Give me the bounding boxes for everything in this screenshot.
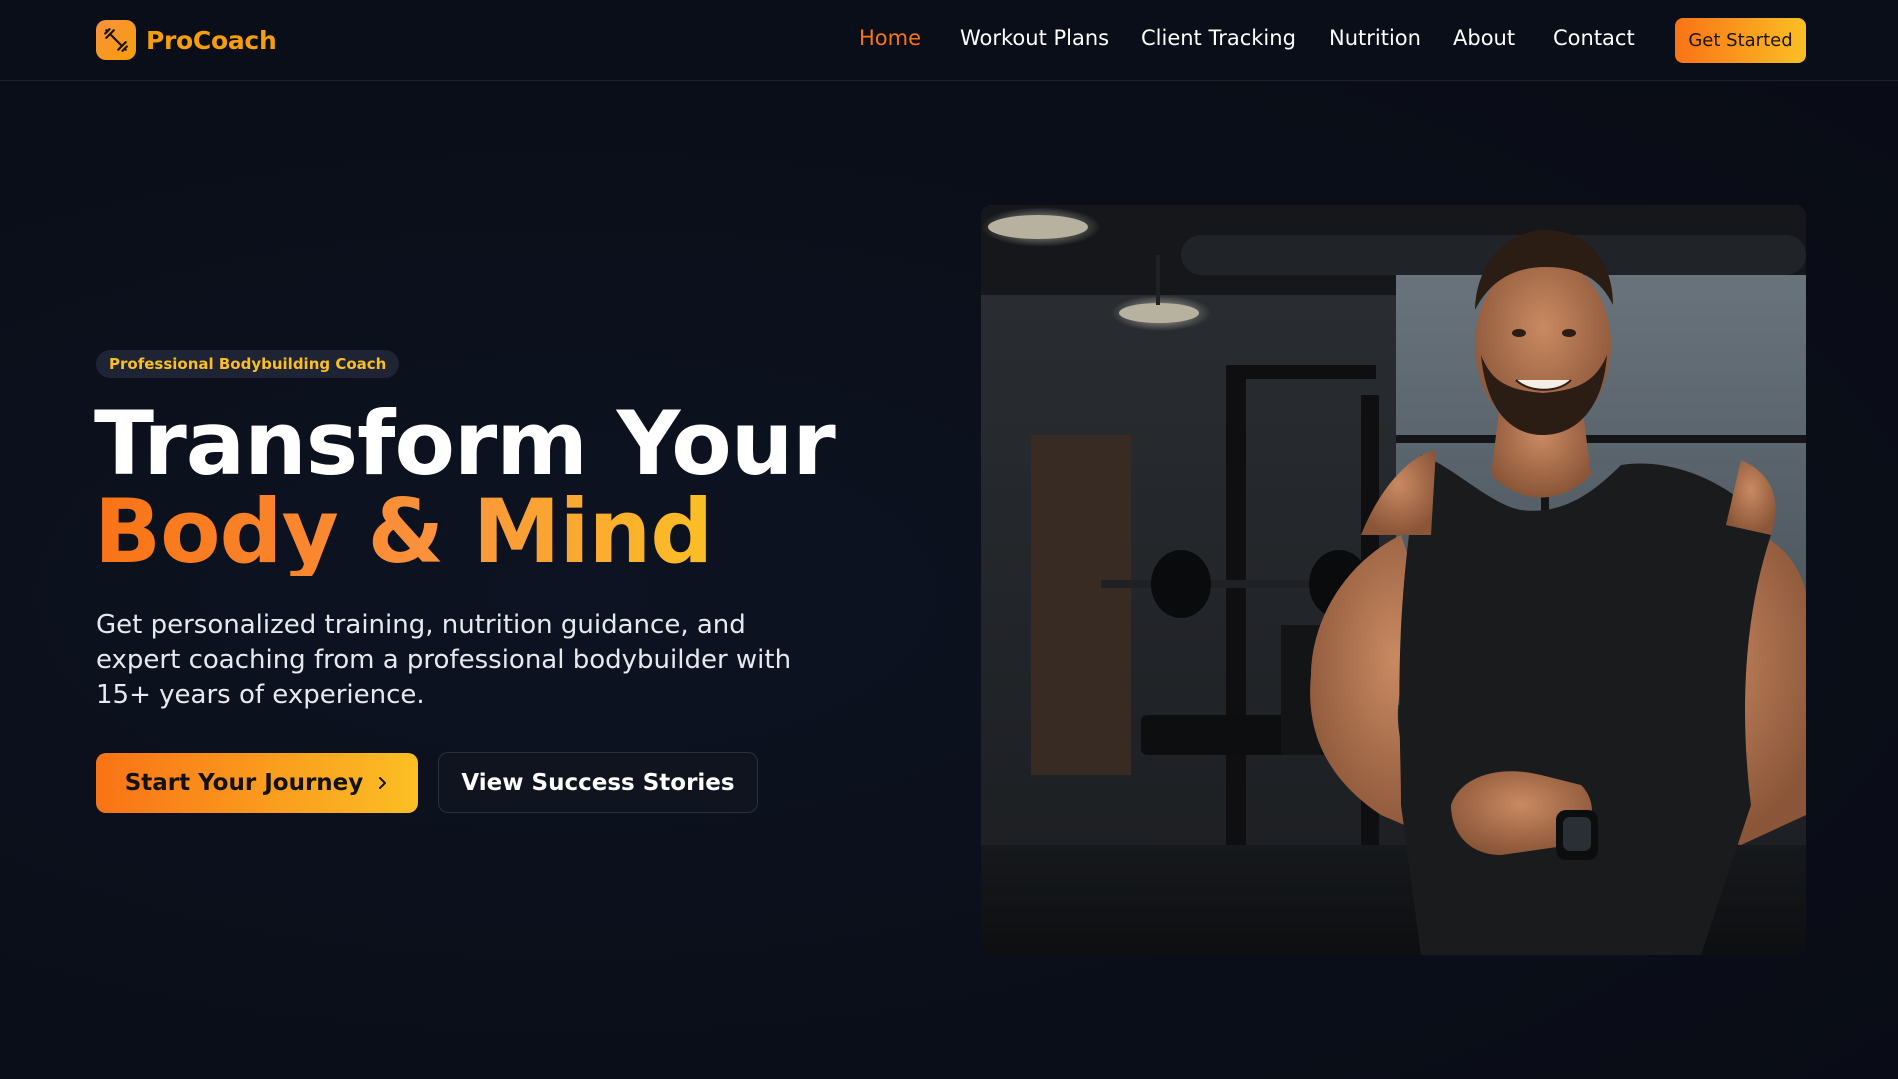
nav-contact[interactable]: Contact: [1553, 26, 1635, 50]
start-journey-label: Start Your Journey: [124, 770, 364, 796]
hero-title-line1: Transform Your: [94, 392, 836, 495]
start-journey-button[interactable]: Start Your Journey: [96, 753, 418, 813]
nav-workout-plans[interactable]: Workout Plans: [960, 26, 1109, 50]
hero-description: Get personalized training, nutrition gui…: [96, 610, 792, 710]
brand-logo[interactable]: ProCoach: [96, 20, 277, 60]
view-success-stories-button[interactable]: View Success Stories: [438, 752, 758, 813]
hero-title-line2: Body & Mind: [94, 480, 713, 583]
page: ProCoach Home Workout Plans Client Track…: [0, 0, 1898, 1079]
hero-badge: Professional Bodybuilding Coach: [96, 350, 400, 378]
nav-about[interactable]: About: [1453, 26, 1515, 50]
get-started-button[interactable]: Get Started: [1675, 18, 1806, 63]
nav-home[interactable]: Home: [859, 26, 921, 50]
coach-portrait-illustration: [981, 205, 1806, 955]
dumbbell-icon: [96, 20, 136, 60]
nav-client-tracking[interactable]: Client Tracking: [1141, 26, 1296, 50]
navbar: ProCoach Home Workout Plans Client Track…: [0, 0, 1898, 81]
nav-nutrition[interactable]: Nutrition: [1329, 26, 1421, 50]
chevron-right-icon: [377, 770, 389, 796]
coach-portrait-image: [981, 205, 1806, 955]
brand-name: ProCoach: [146, 25, 277, 55]
